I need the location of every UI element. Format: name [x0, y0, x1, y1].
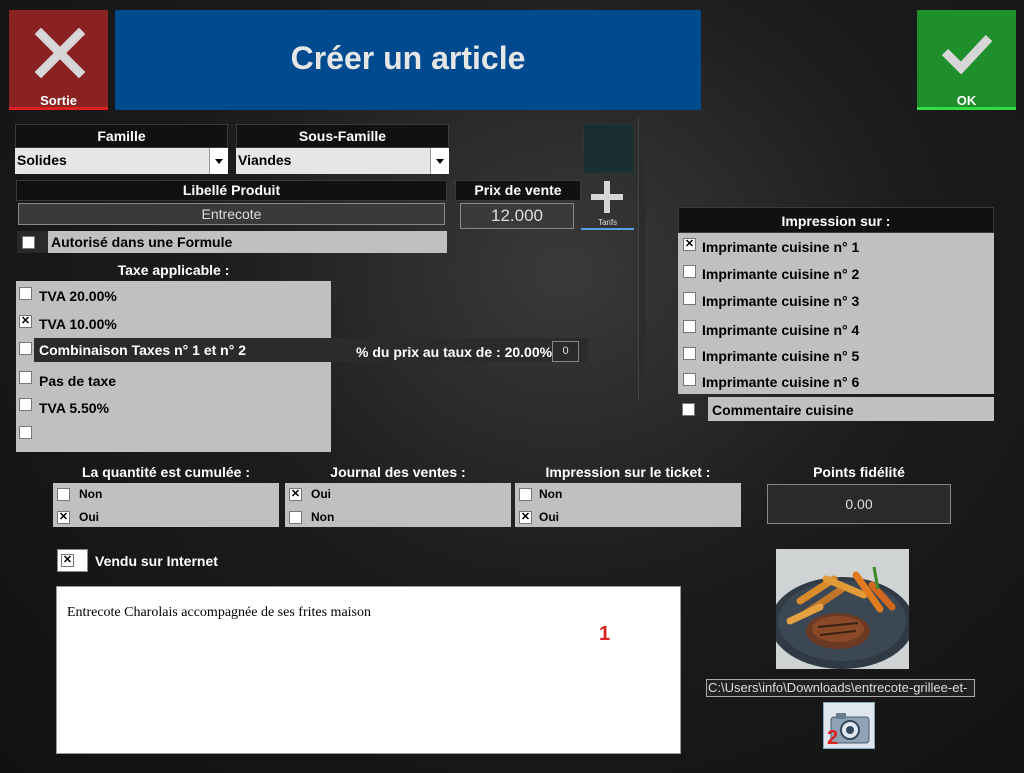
plus-icon [591, 181, 623, 213]
libelle-label: Libellé Produit [16, 180, 447, 201]
printer-checkbox-1[interactable]: ✕ [683, 238, 696, 251]
color-swatch[interactable] [583, 124, 635, 174]
ticket-label: Impression sur le ticket : [545, 464, 711, 480]
journal-oui-label[interactable]: Oui [311, 487, 331, 501]
steak-image [776, 566, 909, 669]
printer-option-2[interactable]: Imprimante cuisine n° 2 [702, 266, 859, 282]
famille-select[interactable]: Solides [15, 148, 228, 174]
taxe-option-5[interactable]: TVA 5.50% [39, 400, 109, 416]
description-textarea[interactable]: Entrecote Charolais accompagnée de ses f… [56, 586, 681, 754]
ticket-non-checkbox[interactable] [519, 488, 532, 501]
journal-non-checkbox[interactable] [289, 511, 302, 524]
impression-label: Impression sur : [678, 207, 994, 233]
exit-label: Sortie [40, 93, 77, 108]
formule-label: Autorisé dans une Formule [51, 234, 233, 250]
printer-option-3[interactable]: Imprimante cuisine n° 3 [702, 293, 859, 309]
quantite-label: La quantité est cumulée : [81, 464, 251, 480]
taxe-option-1[interactable]: TVA 20.00% [39, 288, 117, 304]
taxe-checkbox-6[interactable] [19, 426, 32, 439]
exit-button[interactable]: Sortie [9, 10, 108, 110]
famille-value: Solides [17, 152, 67, 168]
combo-input[interactable]: 0 [552, 341, 579, 362]
divider [638, 118, 645, 400]
ok-button[interactable]: OK [917, 10, 1016, 110]
taxe-checkbox-3[interactable] [19, 342, 32, 355]
prix-label: Prix de vente [455, 180, 581, 201]
description-text: Entrecote Charolais accompagnée de ses f… [67, 605, 371, 620]
product-image[interactable] [776, 549, 909, 669]
printer-checkbox-6[interactable] [683, 373, 696, 386]
famille-label: Famille [15, 124, 228, 148]
printer-checkbox-2[interactable] [683, 265, 696, 278]
internet-checkbox[interactable]: ✕ [61, 554, 74, 567]
impression-list [678, 233, 994, 394]
title-banner: Créer un article [115, 10, 701, 110]
chevron-down-icon [209, 148, 228, 174]
printer-checkbox-3[interactable] [683, 292, 696, 305]
combo-label: % du prix au taux de : 20.00% : [356, 344, 561, 360]
journal-oui-checkbox[interactable]: ✕ [289, 488, 302, 501]
tarifs-label: Tarifs [597, 218, 618, 227]
taxe-list [16, 281, 331, 452]
close-icon [35, 28, 85, 78]
annotation-marker-2: 2 [827, 727, 839, 749]
annotation-marker-1: 1 [599, 623, 611, 645]
camera-button[interactable]: 2 [823, 702, 875, 749]
taxe-checkbox-2[interactable]: ✕ [19, 315, 32, 328]
ticket-non-label[interactable]: Non [539, 487, 562, 501]
chevron-down-icon [430, 148, 449, 174]
sous-famille-value: Viandes [238, 152, 292, 168]
printer-checkbox-5[interactable] [683, 347, 696, 360]
formule-checkbox[interactable] [22, 236, 35, 249]
libelle-input[interactable]: Entrecote [18, 203, 445, 225]
page-title: Créer un article [290, 40, 526, 76]
taxe-checkbox-5[interactable] [19, 398, 32, 411]
printer-checkbox-4[interactable] [683, 320, 696, 333]
internet-label[interactable]: Vendu sur Internet [95, 553, 218, 569]
image-path-input[interactable]: C:\Users\info\Downloads\entrecote-grille… [706, 679, 975, 697]
prix-input[interactable]: 12.000 [460, 203, 574, 229]
fidelite-label: Points fidélité [813, 464, 905, 480]
printer-option-1[interactable]: Imprimante cuisine n° 1 [702, 239, 859, 255]
printer-option-5[interactable]: Imprimante cuisine n° 5 [702, 348, 859, 364]
ok-label: OK [956, 93, 977, 108]
quantite-oui-label[interactable]: Oui [79, 510, 99, 524]
taxe-option-3[interactable]: Combinaison Taxes n° 1 et n° 2 [39, 342, 246, 358]
quantite-non-checkbox[interactable] [57, 488, 70, 501]
ticket-oui-label[interactable]: Oui [539, 510, 559, 524]
checkmark-icon [941, 34, 993, 74]
taxe-checkbox-4[interactable] [19, 371, 32, 384]
commentaire-label: Commentaire cuisine [712, 402, 854, 418]
sous-famille-label: Sous-Famille [236, 124, 449, 148]
ticket-oui-checkbox[interactable]: ✕ [519, 511, 532, 524]
taxe-option-4[interactable]: Pas de taxe [39, 373, 116, 389]
journal-non-label[interactable]: Non [311, 510, 334, 524]
printer-option-4[interactable]: Imprimante cuisine n° 4 [702, 322, 859, 338]
quantite-oui-checkbox[interactable]: ✕ [57, 511, 70, 524]
printer-option-6[interactable]: Imprimante cuisine n° 6 [702, 374, 859, 390]
commentaire-row[interactable]: Commentaire cuisine [678, 397, 994, 421]
tarifs-button[interactable]: Tarifs [581, 176, 634, 230]
quantite-non-label[interactable]: Non [79, 487, 102, 501]
taxe-option-2[interactable]: TVA 10.00% [39, 316, 117, 332]
journal-label: Journal des ventes : [330, 464, 466, 480]
fidelite-input[interactable]: 0.00 [767, 484, 951, 524]
taxe-label: Taxe applicable : [117, 262, 230, 278]
internet-checkbox-box[interactable]: ✕ [57, 549, 88, 572]
taxe-checkbox-1[interactable] [19, 287, 32, 300]
commentaire-checkbox[interactable] [682, 403, 695, 416]
sous-famille-select[interactable]: Viandes [236, 148, 449, 174]
formule-row[interactable]: Autorisé dans une Formule [17, 231, 447, 253]
